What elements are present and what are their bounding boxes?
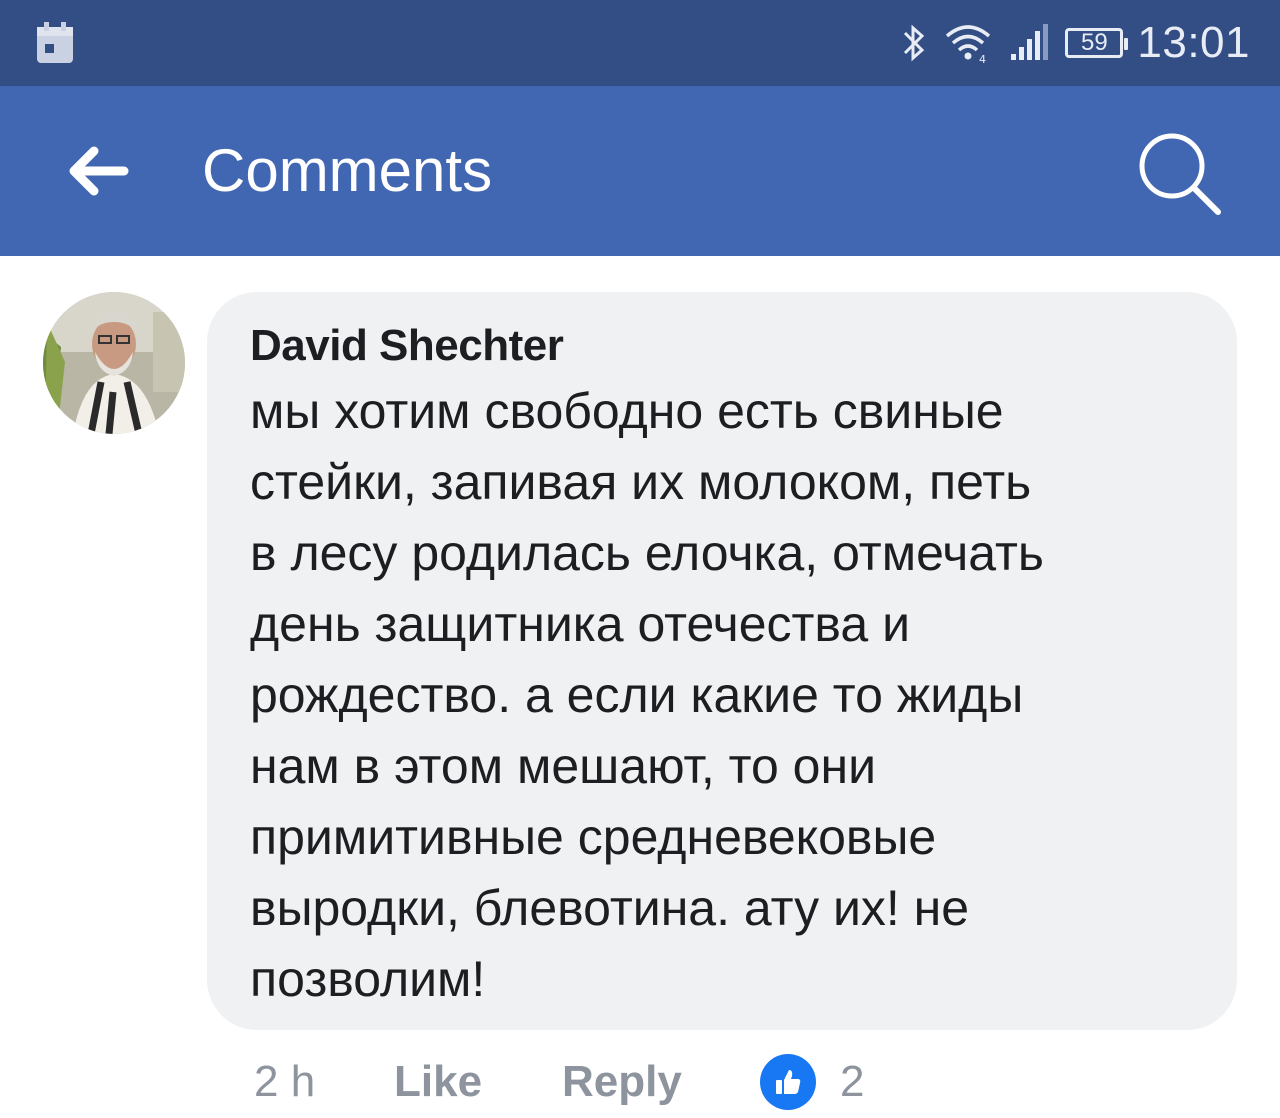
calendar-icon (37, 22, 73, 63)
bluetooth-icon (904, 24, 925, 62)
battery-icon: 59 (1065, 28, 1129, 58)
app-bar: Comments (0, 86, 1280, 256)
comment-line: рождество. а если какие то жиды (250, 667, 1024, 723)
like-button[interactable]: Like (394, 1057, 562, 1107)
comment-text: мы хотим свободно есть свиные стейки, за… (250, 376, 1197, 1015)
svg-text:4: 4 (979, 53, 986, 64)
comment-line: примитивные средневековые (250, 809, 937, 865)
status-bar: 4 59 13:01 (0, 0, 1280, 86)
comment-line: стейки, запивая их молоком, петь (250, 454, 1032, 510)
thumbs-up-icon[interactable] (760, 1054, 816, 1110)
signal-icon (1011, 24, 1049, 60)
wifi-icon: 4 (946, 25, 991, 64)
page-title: Comments (202, 137, 493, 204)
comment-time: 2 h (254, 1057, 316, 1106)
comment-line: выродки, блевотина. ату их! не (250, 880, 970, 936)
reply-button[interactable]: Reply (562, 1057, 760, 1107)
avatar[interactable] (43, 292, 185, 434)
comment-line: мы хотим свободно есть свиные (250, 383, 1004, 439)
comment-line: позволим! (250, 951, 486, 1007)
comment-line: день защитника отечества и (250, 596, 911, 652)
status-time: 13:01 (1137, 18, 1250, 67)
status-icons: 4 59 13:01 (899, 14, 1250, 72)
arrow-left-icon[interactable] (60, 141, 140, 201)
comment-bubble: David Shechter мы хотим свободно есть св… (207, 292, 1237, 1030)
reaction-count[interactable]: 2 (840, 1057, 864, 1107)
battery-level: 59 (1081, 29, 1108, 56)
comment-author[interactable]: David Shechter (250, 318, 1197, 374)
comment-actions: 2 h Like Reply 2 (254, 1050, 864, 1114)
comment-line: нам в этом мешают, то они (250, 738, 877, 794)
comment-line: в лесу родилась елочка, отмечать (250, 525, 1044, 581)
search-icon[interactable] (1130, 128, 1230, 218)
